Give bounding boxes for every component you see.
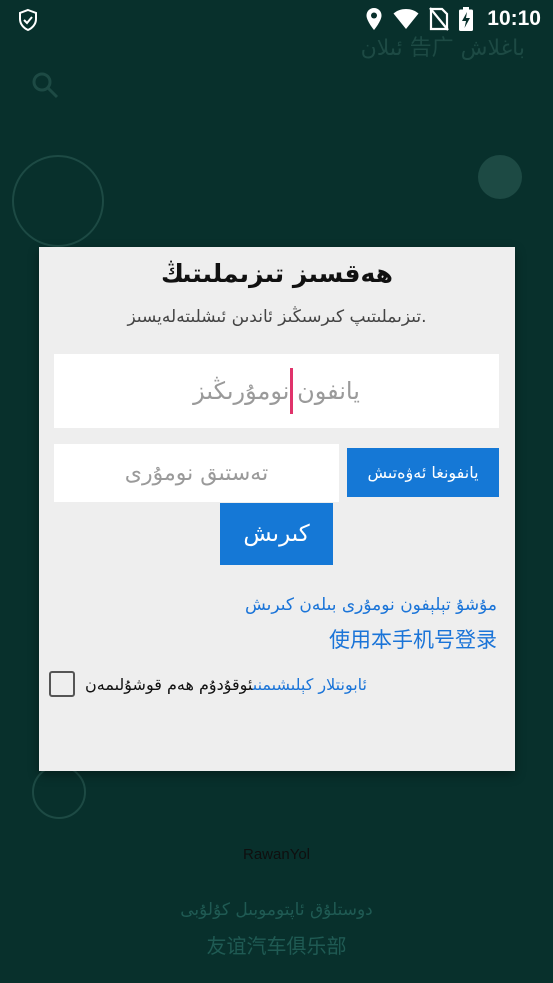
background-header-text: ﺋﯩﻼﻥ 告广 ﺑﺎﻏﻼﺵ [360, 36, 525, 61]
clock: 10:10 [487, 7, 541, 30]
battery-charging-icon [459, 7, 474, 31]
background-avatar [12, 155, 104, 247]
login-with-this-number-link-ug[interactable]: مۇشۇ تېلېفون نومۇرى بىلەن كىرىش [245, 595, 497, 615]
background-icon [478, 155, 522, 199]
footer-cn-text: 友谊汽车俱乐部 [206, 934, 347, 958]
verification-code-input[interactable]: تەستىق نومۇرى [54, 444, 339, 502]
agreement-row: ئابونتلار كېلىشىمنىئوقۇدۇم ھەم قوشۇلىمەن [49, 667, 505, 701]
search-icon [30, 70, 60, 104]
agreement-checkbox[interactable] [49, 671, 75, 697]
user-agreement-link[interactable]: ئابونتلار كېلىشىمنى [253, 675, 367, 694]
shield-icon [16, 8, 40, 32]
text-caret [290, 368, 293, 414]
login-with-this-number-link-cn[interactable]: 使用本手机号登录 [329, 624, 497, 654]
background-logo [32, 765, 86, 819]
wifi-icon [393, 8, 419, 30]
phone-number-input[interactable]: يانفون نومۇرىڭىز [54, 354, 499, 428]
agreement-text: ئابونتلار كېلىشىمنىئوقۇدۇم ھەم قوشۇلىمەن [85, 675, 367, 694]
register-dialog: ھەقسىز تىزىملىتىڭ تىزىملىتىپ كىرسىڭىز ئا… [39, 247, 515, 771]
login-button[interactable]: كىرىش [220, 503, 333, 565]
location-icon [365, 7, 383, 31]
no-sim-icon [429, 7, 450, 31]
agreement-label: ئوقۇدۇم ھەم قوشۇلىمەن [85, 674, 253, 694]
verification-code-placeholder: تەستىق نومۇرى [124, 460, 269, 486]
brand-name: RawanYol [243, 846, 310, 863]
footer-ug-text: دوستلۇق ئاپتوموبىل كۇلۇبى [180, 900, 373, 920]
send-code-button[interactable]: يانفونغا ئەۋەتىش [347, 448, 499, 497]
dialog-title: ھەقسىز تىزىملىتىڭ [161, 259, 393, 288]
phone-number-placeholder: يانفون نومۇرىڭىز [193, 377, 360, 405]
dialog-subtitle: تىزىملىتىپ كىرسىڭىز ئاندىن ئىشلىتەلەيسىز… [127, 307, 427, 327]
